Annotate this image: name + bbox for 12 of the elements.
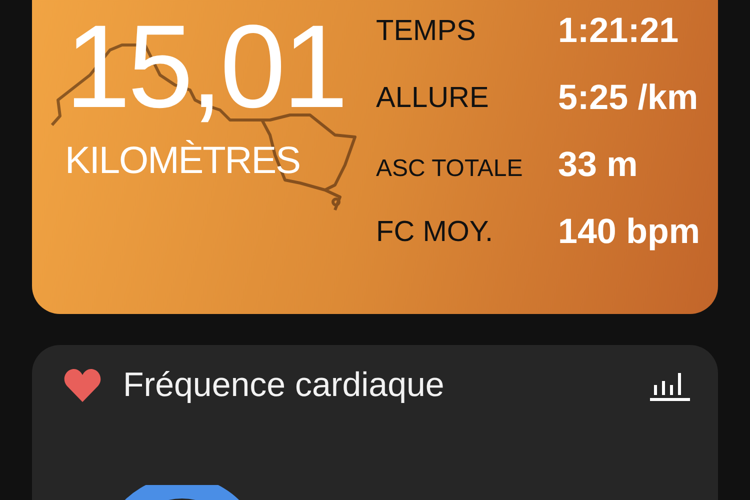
stat-label: TEMPS bbox=[376, 14, 477, 48]
stat-label: ALLURE bbox=[376, 81, 490, 115]
distance-value: 15,01 bbox=[65, 8, 346, 126]
card-title: Fréquence cardiaque bbox=[123, 366, 446, 404]
stat-label: FC MOY. bbox=[376, 215, 494, 249]
stat-value: 140 bpm bbox=[558, 212, 700, 253]
heart-icon bbox=[64, 368, 101, 402]
distance-unit: KILOMÈTRES bbox=[65, 140, 301, 183]
stat-value: 5:25 /km bbox=[558, 78, 700, 119]
stat-value: 33 m bbox=[558, 145, 639, 186]
stat-value: 1:21:21 bbox=[558, 11, 680, 52]
stat-label: ASC TOTALE bbox=[376, 154, 524, 183]
